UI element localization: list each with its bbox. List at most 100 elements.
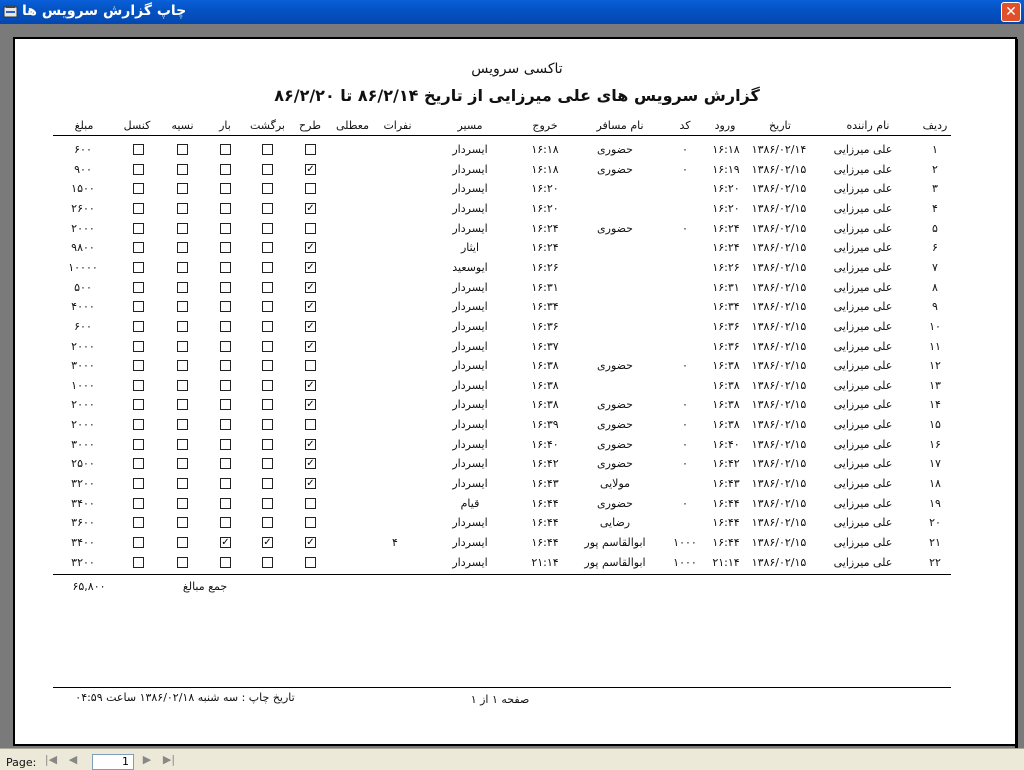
cell-exit: ۱۶:۳۶	[531, 319, 559, 333]
checkbox-credit	[177, 556, 188, 568]
checkbox-cargo	[220, 438, 231, 450]
cell-passenger: ابوالقاسم پور	[584, 536, 646, 549]
checkbox-plan: ✓	[305, 163, 316, 175]
cell-code: ۰	[682, 457, 688, 471]
cell-radif: ۱	[932, 143, 938, 156]
checkbox-cargo	[220, 419, 231, 431]
checkbox-cancel	[133, 301, 144, 313]
close-button[interactable]: ✕	[1001, 2, 1021, 22]
table-row: ۳ علی میرزایی ۱۳۸۶/۰۲/۱۵ ۱۶:۲۰ ۱۶:۲۰ ایسردار ۱…	[15, 179, 1019, 199]
checkbox-return	[262, 517, 273, 529]
first-page-button[interactable]: |◀	[42, 752, 60, 768]
checkbox-credit	[177, 438, 188, 450]
cell-exit: ۱۶:۲۴	[531, 241, 559, 255]
cell-passenger: حضوری	[597, 418, 633, 432]
cell-radif: ۱۱	[929, 339, 941, 353]
col-header-cancel: کنسل	[123, 119, 151, 132]
checkbox-cancel	[133, 183, 144, 195]
cell-amount: ۲۰۰۰	[71, 221, 95, 235]
col-header-code: کد	[679, 119, 691, 132]
cell-date: ۱۳۸۶/۰۲/۱۵	[751, 477, 807, 491]
cell-exit: ۱۶:۱۸	[531, 162, 559, 176]
checkbox-plan	[305, 144, 316, 155]
checkbox-cancel	[133, 222, 144, 234]
table-row: ۱ علی میرزایی ۱۳۸۶/۰۲/۱۴ ۱۶:۱۸ ۰ حضوری ۱۶:۱۸ ای…	[15, 140, 1019, 160]
checkbox-plan: ✓	[305, 537, 316, 548]
cell-amount: ۶۰۰	[74, 319, 92, 333]
cell-date: ۱۳۸۶/۰۲/۱۵	[751, 260, 807, 274]
checkbox-return	[262, 261, 273, 273]
next-page-button[interactable]: ▶	[138, 752, 156, 768]
cell-driver: علی میرزایی	[833, 536, 893, 549]
checkbox-plan: ✓	[305, 438, 316, 450]
checkbox-return	[262, 163, 273, 175]
cell-passenger: ابوالقاسم پور	[584, 555, 646, 569]
checkbox-cargo	[220, 458, 231, 470]
checkbox-plan: ✓	[305, 458, 316, 470]
checkbox-cargo	[220, 517, 231, 529]
col-header-amount: مبلغ	[74, 119, 94, 132]
cell-date: ۱۳۸۶/۰۲/۱۵	[751, 201, 807, 215]
checkbox-return	[262, 301, 273, 313]
col-header-plan: طرح	[299, 119, 321, 132]
table-row: ۴ علی میرزایی ۱۳۸۶/۰۲/۱۵ ۱۶:۲۰ ۱۶:۲۰ ایسردار ۲…	[15, 199, 1019, 219]
last-page-button[interactable]: ▶|	[158, 752, 180, 768]
checkbox-return	[262, 379, 273, 391]
cell-amount: ۹۰۰	[74, 162, 92, 176]
col-header-exit: خروج	[532, 119, 558, 132]
cell-code: ۰	[682, 418, 688, 432]
cell-date: ۱۳۸۶/۰۲/۱۵	[751, 221, 807, 235]
cell-amount: ۳۲۰۰	[71, 555, 95, 569]
checkbox-plan	[305, 556, 316, 568]
checkbox-return	[262, 144, 273, 155]
table-row: ۱۵ علی میرزایی ۱۳۸۶/۰۲/۱۵ ۱۶:۳۸ ۰ حضوری ۱۶:۳۹ ا…	[15, 415, 1019, 435]
table-row: ۱۹ علی میرزایی ۱۳۸۶/۰۲/۱۵ ۱۶:۴۴ ۰ حضوری ۱۶:۴۴ ق…	[15, 494, 1019, 514]
checkbox-plan: ✓	[305, 301, 316, 313]
cell-date: ۱۳۸۶/۰۲/۱۵	[751, 241, 807, 255]
checkbox-cancel	[133, 163, 144, 175]
cell-driver: علی میرزایی	[833, 221, 893, 235]
checkbox-credit	[177, 242, 188, 254]
cell-route: ایسردار	[452, 280, 488, 294]
cell-exit: ۱۶:۲۶	[531, 260, 559, 274]
cell-route: ایسردار	[452, 398, 488, 412]
cell-entry: ۱۶:۲۴	[712, 241, 740, 255]
table-end-divider	[53, 574, 951, 575]
cell-amount: ۵۰۰	[74, 280, 92, 294]
cell-code: ۰	[682, 162, 688, 176]
checkbox-return	[262, 497, 273, 509]
checkbox-plan: ✓	[305, 379, 316, 391]
cell-driver: علی میرزایی	[833, 260, 893, 274]
checkbox-credit	[177, 517, 188, 529]
checkbox-plan: ✓	[305, 320, 316, 332]
checkbox-credit	[177, 478, 188, 490]
cell-radif: ۱۴	[929, 398, 941, 412]
cell-exit: ۲۱:۱۴	[531, 555, 559, 569]
cell-radif: ۷	[932, 260, 938, 274]
checkbox-plan: ✓	[305, 281, 316, 293]
checkbox-credit	[177, 419, 188, 431]
cell-radif: ۱۷	[929, 457, 941, 471]
checkbox-cargo	[220, 340, 231, 352]
checkbox-plan	[305, 222, 316, 234]
prev-page-button[interactable]: ◀	[64, 752, 82, 768]
cell-exit: ۱۶:۲۰	[531, 201, 559, 215]
cell-route: ایسردار	[452, 221, 488, 235]
title-bar: چاپ گزارش سرویس ها ✕	[0, 0, 1024, 24]
col-header-date: تاریخ	[769, 119, 791, 132]
cell-code: ۰	[682, 359, 688, 373]
cell-driver: علی میرزایی	[833, 477, 893, 491]
checkbox-cargo	[220, 163, 231, 175]
cell-route: ایوسعید	[452, 260, 488, 274]
cell-radif: ۹	[932, 300, 938, 314]
cell-entry: ۱۶:۴۲	[712, 457, 740, 471]
cell-radif: ۲	[932, 162, 938, 176]
checkbox-return	[262, 399, 273, 411]
checkbox-return	[262, 183, 273, 195]
cell-entry: ۱۶:۳۶	[712, 319, 740, 333]
cell-entry: ۱۶:۱۹	[712, 162, 740, 176]
cell-code: ۱۰۰۰	[673, 555, 697, 569]
cell-entry: ۱۶:۴۴	[712, 496, 740, 510]
checkbox-return	[262, 222, 273, 234]
checkbox-cargo	[220, 144, 231, 155]
